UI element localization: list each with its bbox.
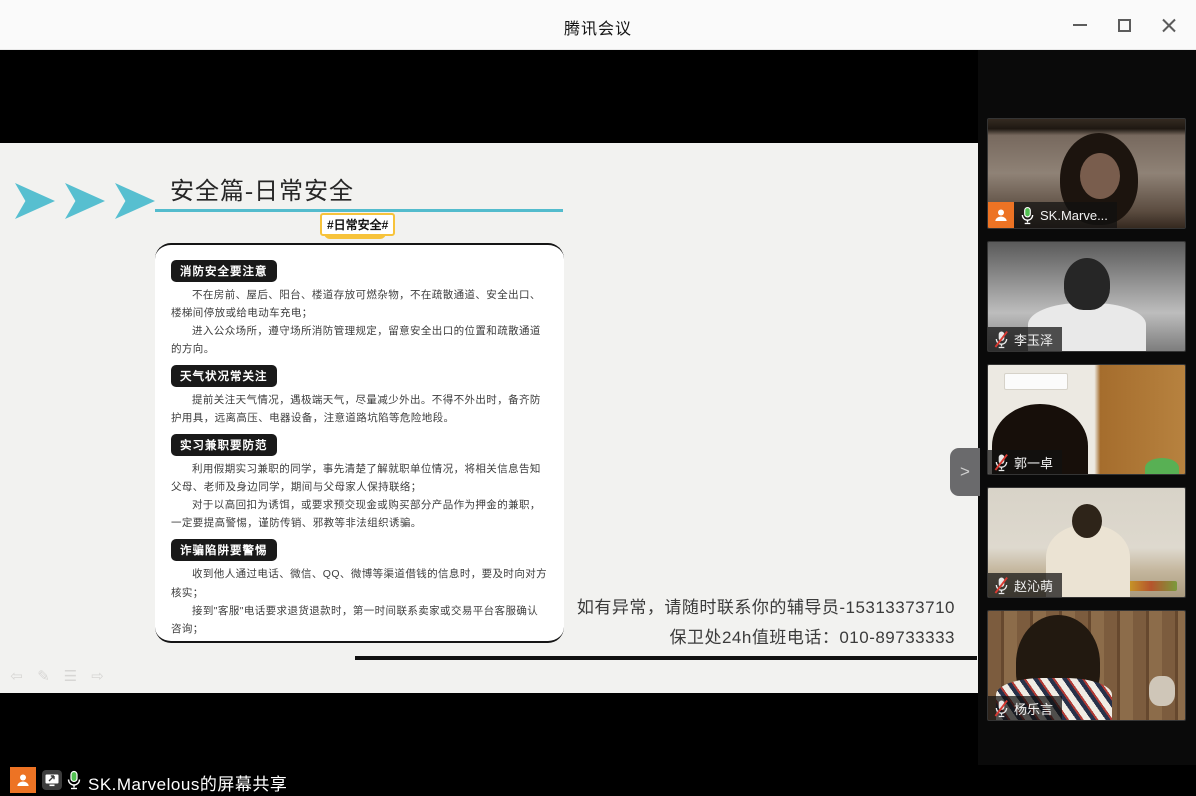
pen-icon[interactable]: ✎	[35, 667, 52, 685]
slide-divider-line	[355, 656, 977, 660]
presentation-slide: 安全篇-日常安全 #日常安全# 消防安全要注意 不在房前、屋后、阳台、楼道存放可…	[0, 143, 978, 693]
participant-name: 赵沁萌	[1014, 576, 1053, 595]
video-thumbnail-sk-marvelous[interactable]: SK.Marve...	[987, 118, 1186, 229]
maximize-icon	[1118, 19, 1131, 32]
section-heading-badge: 实习兼职要防范	[171, 434, 277, 456]
video-thumbnail-li-yuze[interactable]: 李玉泽	[987, 241, 1186, 352]
menu-icon[interactable]: ☰	[62, 667, 79, 685]
sharing-presenter-icon	[10, 767, 36, 793]
slide-content-card: 消防安全要注意 不在房前、屋后、阳台、楼道存放可燃杂物，不在疏散通道、安全出口、…	[155, 243, 564, 643]
video-thumbnail-zhao-qinmeng[interactable]: 赵沁萌	[987, 487, 1186, 598]
slide-title: 安全篇-日常安全	[170, 171, 354, 206]
participant-label: 郭一卓	[988, 450, 1062, 474]
titlebar: 腾讯会议	[0, 0, 1196, 50]
title-underline	[155, 209, 563, 212]
collapse-sidebar-button[interactable]: >	[950, 448, 980, 496]
participants-sidebar: SK.Marve... 李玉泽	[978, 50, 1196, 765]
decorative-arrows	[15, 183, 155, 219]
participant-name: SK.Marve...	[1040, 208, 1108, 223]
screen-share-icon	[42, 770, 62, 795]
participant-label: 杨乐言	[988, 696, 1062, 720]
contact-line-counselor: 如有异常，请随时联系你的辅导员-15313373710	[480, 593, 955, 623]
presentation-nav-controls: ⇦ ✎ ☰ ⇨	[8, 667, 106, 685]
chevron-right-icon: >	[960, 462, 970, 482]
slide-paragraph: 进入公众场所，遵守场所消防管理规定，留意安全出口的位置和疏散通道的方向。	[171, 322, 548, 358]
minimize-button[interactable]	[1058, 0, 1102, 50]
participant-label: 李玉泽	[988, 327, 1062, 351]
mic-muted-icon	[994, 453, 1009, 472]
mic-muted-icon	[994, 576, 1009, 595]
participant-name: 郭一卓	[1014, 453, 1053, 472]
slide-paragraph: 对于以高回扣为诱饵，或要求预交现金或购买部分产品作为押金的兼职，一定要提高警惕，…	[171, 496, 548, 532]
slide-section: 消防安全要注意 不在房前、屋后、阳台、楼道存放可燃杂物，不在疏散通道、安全出口、…	[171, 253, 548, 358]
mic-muted-icon	[994, 699, 1009, 718]
section-heading-badge: 消防安全要注意	[171, 260, 277, 282]
close-button[interactable]	[1146, 0, 1190, 50]
participant-label: SK.Marve...	[1014, 202, 1117, 228]
mic-muted-icon	[994, 330, 1009, 349]
window-title: 腾讯会议	[0, 15, 1196, 39]
arrow-icon	[115, 183, 155, 219]
mic-on-icon	[66, 770, 82, 795]
participant-name: 杨乐言	[1014, 699, 1053, 718]
slide-section: 天气状况常关注 提前关注天气情况，遇极端天气，尽量减少外出。不得不外出时，备齐防…	[171, 358, 548, 427]
topic-badge-label: #日常安全#	[320, 213, 395, 236]
emergency-contact-text: 如有异常，请随时联系你的辅导员-15313373710 保卫处24h值班电话：0…	[480, 593, 955, 653]
video-thumbnail-guo-yizhuo[interactable]: 郭一卓	[987, 364, 1186, 475]
shared-screen-area: 安全篇-日常安全 #日常安全# 消防安全要注意 不在房前、屋后、阳台、楼道存放可…	[0, 50, 978, 765]
slide-paragraph: 提前关注天气情况，遇极端天气，尽量减少外出。不得不外出时，备齐防护用具，远离高压…	[171, 391, 548, 427]
topic-badge: #日常安全#	[320, 213, 395, 236]
close-icon	[1161, 18, 1176, 33]
mic-on-icon	[1020, 206, 1035, 225]
screen-share-statusbar: SK.Marvelous的屏幕共享	[0, 765, 1196, 796]
window-controls	[1058, 0, 1190, 50]
slide-paragraph: 利用假期实习兼职的同学，事先清楚了解就职单位情况，将相关信息告知父母、老师及身边…	[171, 460, 548, 496]
prev-slide-icon[interactable]: ⇦	[8, 667, 25, 685]
participant-label: 赵沁萌	[988, 573, 1062, 597]
contact-line-security: 保卫处24h值班电话：010-89733333	[480, 623, 955, 653]
section-heading-badge: 诈骗陷阱要警惕	[171, 539, 277, 561]
slide-section: 实习兼职要防范 利用假期实习兼职的同学，事先清楚了解就职单位情况，将相关信息告知…	[171, 427, 548, 532]
screen-share-label: SK.Marvelous的屏幕共享	[88, 770, 287, 795]
maximize-button[interactable]	[1102, 0, 1146, 50]
slide-paragraph: 不在房前、屋后、阳台、楼道存放可燃杂物，不在疏散通道、安全出口、楼梯间停放或给电…	[171, 286, 548, 322]
video-thumbnail-yang-leyan[interactable]: 杨乐言	[987, 610, 1186, 721]
minimize-icon	[1073, 24, 1087, 26]
participant-name: 李玉泽	[1014, 330, 1053, 349]
sharing-presenter-icon	[988, 202, 1014, 228]
section-heading-badge: 天气状况常关注	[171, 365, 277, 387]
arrow-icon	[65, 183, 105, 219]
arrow-icon	[15, 183, 55, 219]
next-slide-icon[interactable]: ⇨	[89, 667, 106, 685]
